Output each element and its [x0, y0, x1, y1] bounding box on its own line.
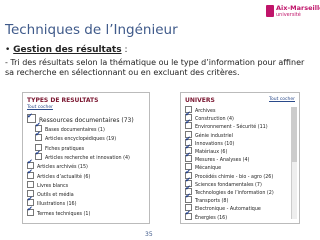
univers-item[interactable]: Génie industriel	[185, 130, 233, 139]
types-item-checkbox[interactable]	[27, 180, 34, 188]
univers-item-label: Énergies (16)	[195, 215, 228, 221]
logo-subtitle: université	[276, 12, 301, 18]
types-item-label: Termes techniques (1)	[37, 211, 91, 217]
types-item-checkbox[interactable]	[35, 131, 42, 142]
types-item-label: Articles d’actualité (6)	[37, 174, 91, 180]
types-item[interactable]: Articles archivés (15)	[27, 159, 88, 171]
univers-item[interactable]: Construction (4)	[185, 111, 234, 122]
types-item-label: Ressources documentaires (73)	[39, 117, 134, 124]
logo-brand: Aix-Marseille	[276, 4, 320, 12]
bullet-label: Gestion des résultats	[13, 45, 122, 55]
univers-item[interactable]: Electronique - Automatique	[185, 204, 261, 212]
types-item[interactable]: Ressources documentaires (73)	[27, 111, 134, 124]
univers-item[interactable]: Transports (8)	[185, 193, 228, 204]
types-item[interactable]: Bases documentaires (1)	[35, 122, 105, 133]
univers-select-all-link[interactable]: Tout cocher	[269, 97, 295, 102]
univers-item-checkbox[interactable]	[185, 119, 192, 130]
types-panel-heading: TYPES DE RESULTATS	[27, 97, 99, 104]
page-title: Techniques de l’Ingénieur	[5, 22, 178, 38]
univers-scroll-thumb[interactable]	[292, 107, 297, 162]
univers-item-checkbox[interactable]	[185, 210, 192, 220]
types-item-label: Livres blancs	[37, 183, 69, 189]
description-text: - Tri des résultats selon la thématique …	[5, 58, 305, 77]
types-item-label: Bases documentaires (1)	[45, 128, 105, 133]
univers-item[interactable]: Technologies de l’information (2)	[185, 185, 274, 196]
types-item-checkbox[interactable]	[35, 150, 42, 160]
types-item-label: Illustrations (16)	[37, 202, 77, 208]
types-item[interactable]: Articles recherche et innovation (4)	[35, 150, 130, 161]
univers-scrollbar[interactable]	[291, 107, 297, 219]
univers-item-checkbox[interactable]	[185, 152, 192, 163]
univers-panel: UNIVERS Tout cocher ArchivesConstruction…	[180, 92, 300, 224]
types-item[interactable]: Illustrations (16)	[27, 196, 77, 208]
logo-mark-icon	[266, 5, 274, 17]
univers-item[interactable]: Procédés chimie - bio - agro (26)	[185, 169, 273, 180]
types-item[interactable]: Fiches pratiques	[35, 143, 85, 152]
univers-item-checkbox[interactable]	[185, 193, 192, 204]
univers-panel-heading: UNIVERS	[185, 97, 215, 104]
univers-item[interactable]: Sciences fondamentales (7)	[185, 177, 262, 188]
univers-item[interactable]: Innovations (10)	[185, 136, 234, 147]
bullet-suffix: :	[121, 45, 128, 55]
page-number: 35	[145, 231, 153, 238]
types-item-label: Articles recherche et innovation (4)	[45, 155, 130, 161]
types-item-checkbox[interactable]	[27, 169, 34, 179]
types-item[interactable]: Articles d’actualité (6)	[27, 169, 91, 180]
types-item[interactable]: Outils et média	[27, 190, 74, 199]
univers-item[interactable]: Matériaux (6)	[185, 144, 227, 155]
types-select-all-link[interactable]: Tout cocher	[27, 105, 53, 110]
types-item-label: Fiches pratiques	[45, 146, 85, 152]
univers-item[interactable]: Énergies (16)	[185, 210, 228, 221]
types-panel: TYPES DE RESULTATS Tout cocher Ressource…	[22, 92, 150, 224]
types-item-checkbox[interactable]	[27, 206, 34, 216]
types-item-label: Articles archivés (15)	[37, 165, 88, 171]
types-item-label: Articles encyclopédiques (19)	[45, 137, 117, 143]
types-item-label: Outils et média	[37, 193, 74, 199]
types-item[interactable]: Articles encyclopédiques (19)	[35, 131, 117, 143]
bullet-marker: •	[5, 45, 14, 55]
types-item[interactable]: Livres blancs	[27, 180, 69, 189]
types-item[interactable]: Termes techniques (1)	[27, 206, 91, 217]
bullet-heading: • Gestion des résultats :	[5, 45, 128, 55]
univers-item[interactable]: Mesures - Analyses (4)	[185, 152, 249, 163]
univers-item[interactable]: Environnement - Sécurité (11)	[185, 119, 268, 130]
university-logo: Aix-Marseille université	[266, 4, 320, 20]
